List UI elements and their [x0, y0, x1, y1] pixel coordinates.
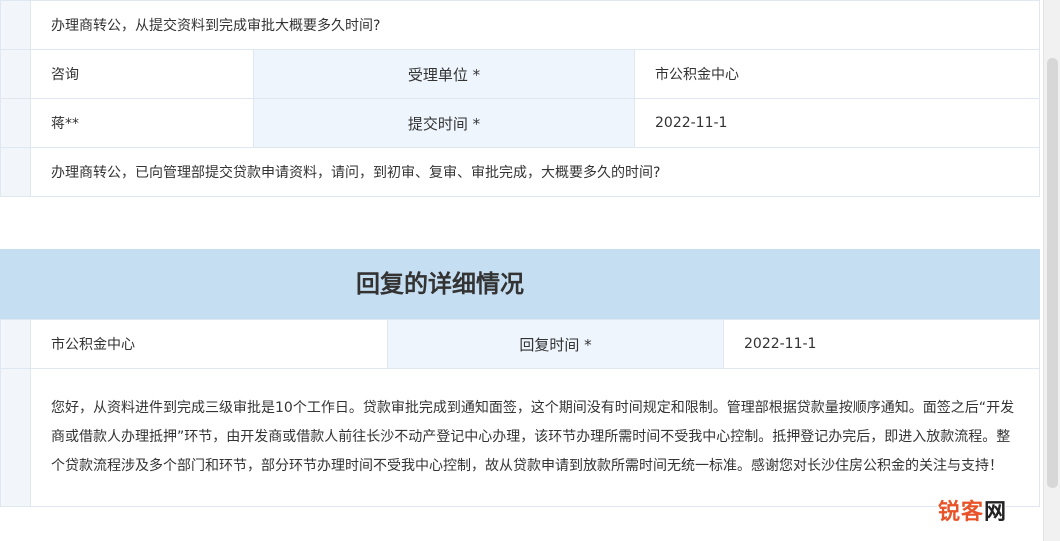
question-unit-row: 咨询 受理单位 * 市公积金中心: [0, 49, 1040, 99]
question-table: 办理商转公，从提交资料到完成审批大概要多久时间? 咨询 受理单位 * 市公积金中…: [0, 0, 1040, 197]
reply-meta-row: 市公积金中心 回复时间 * 2022-11-1: [0, 319, 1040, 369]
reply-section-banner: 回复的详细情况: [0, 249, 1040, 319]
reply-section-title: 回复的详细情况: [356, 270, 524, 298]
reply-time-value: 2022-11-1: [723, 319, 1040, 369]
row-stub: [0, 49, 31, 99]
vertical-scrollbar[interactable]: [1043, 0, 1060, 541]
reply-unit: 市公积金中心: [30, 319, 388, 369]
scrollbar-thumb[interactable]: [1047, 58, 1058, 488]
submitter-name: 蒋**: [30, 98, 254, 148]
submit-time-label: 提交时间 *: [253, 98, 635, 148]
row-stub: [0, 98, 31, 148]
reply-content: 您好，从资料进件到完成三级审批是10个工作日。贷款审批完成到通知面签，这个期间没…: [30, 368, 1040, 507]
watermark-part1: 锐客: [938, 500, 985, 525]
site-watermark-logo: 锐客网: [938, 494, 1007, 526]
reply-content-row: 您好，从资料进件到完成三级审批是10个工作日。贷款审批完成到通知面签，这个期间没…: [0, 368, 1040, 507]
question-type: 咨询: [30, 49, 254, 99]
reply-table: 市公积金中心 回复时间 * 2022-11-1 您好，从资料进件到完成三级审批是…: [0, 319, 1040, 507]
question-title: 办理商转公，从提交资料到完成审批大概要多久时间?: [30, 0, 1040, 50]
unit-label: 受理单位 *: [253, 49, 635, 99]
question-title-row: 办理商转公，从提交资料到完成审批大概要多久时间?: [0, 0, 1040, 50]
unit-value: 市公积金中心: [634, 49, 1040, 99]
reply-time-label: 回复时间 *: [387, 319, 724, 369]
submit-time-value: 2022-11-1: [634, 98, 1040, 148]
question-content: 办理商转公，已向管理部提交贷款申请资料，请问，到初审、复审、审批完成，大概要多久…: [30, 147, 1040, 197]
row-stub: [0, 147, 31, 197]
question-time-row: 蒋** 提交时间 * 2022-11-1: [0, 98, 1040, 148]
watermark-part2: 网: [984, 500, 1008, 525]
page: 办理商转公，从提交资料到完成审批大概要多久时间? 咨询 受理单位 * 市公积金中…: [0, 0, 1040, 541]
row-stub: [0, 0, 31, 50]
row-stub: [0, 319, 31, 369]
question-content-row: 办理商转公，已向管理部提交贷款申请资料，请问，到初审、复审、审批完成，大概要多久…: [0, 147, 1040, 197]
row-stub: [0, 368, 31, 507]
